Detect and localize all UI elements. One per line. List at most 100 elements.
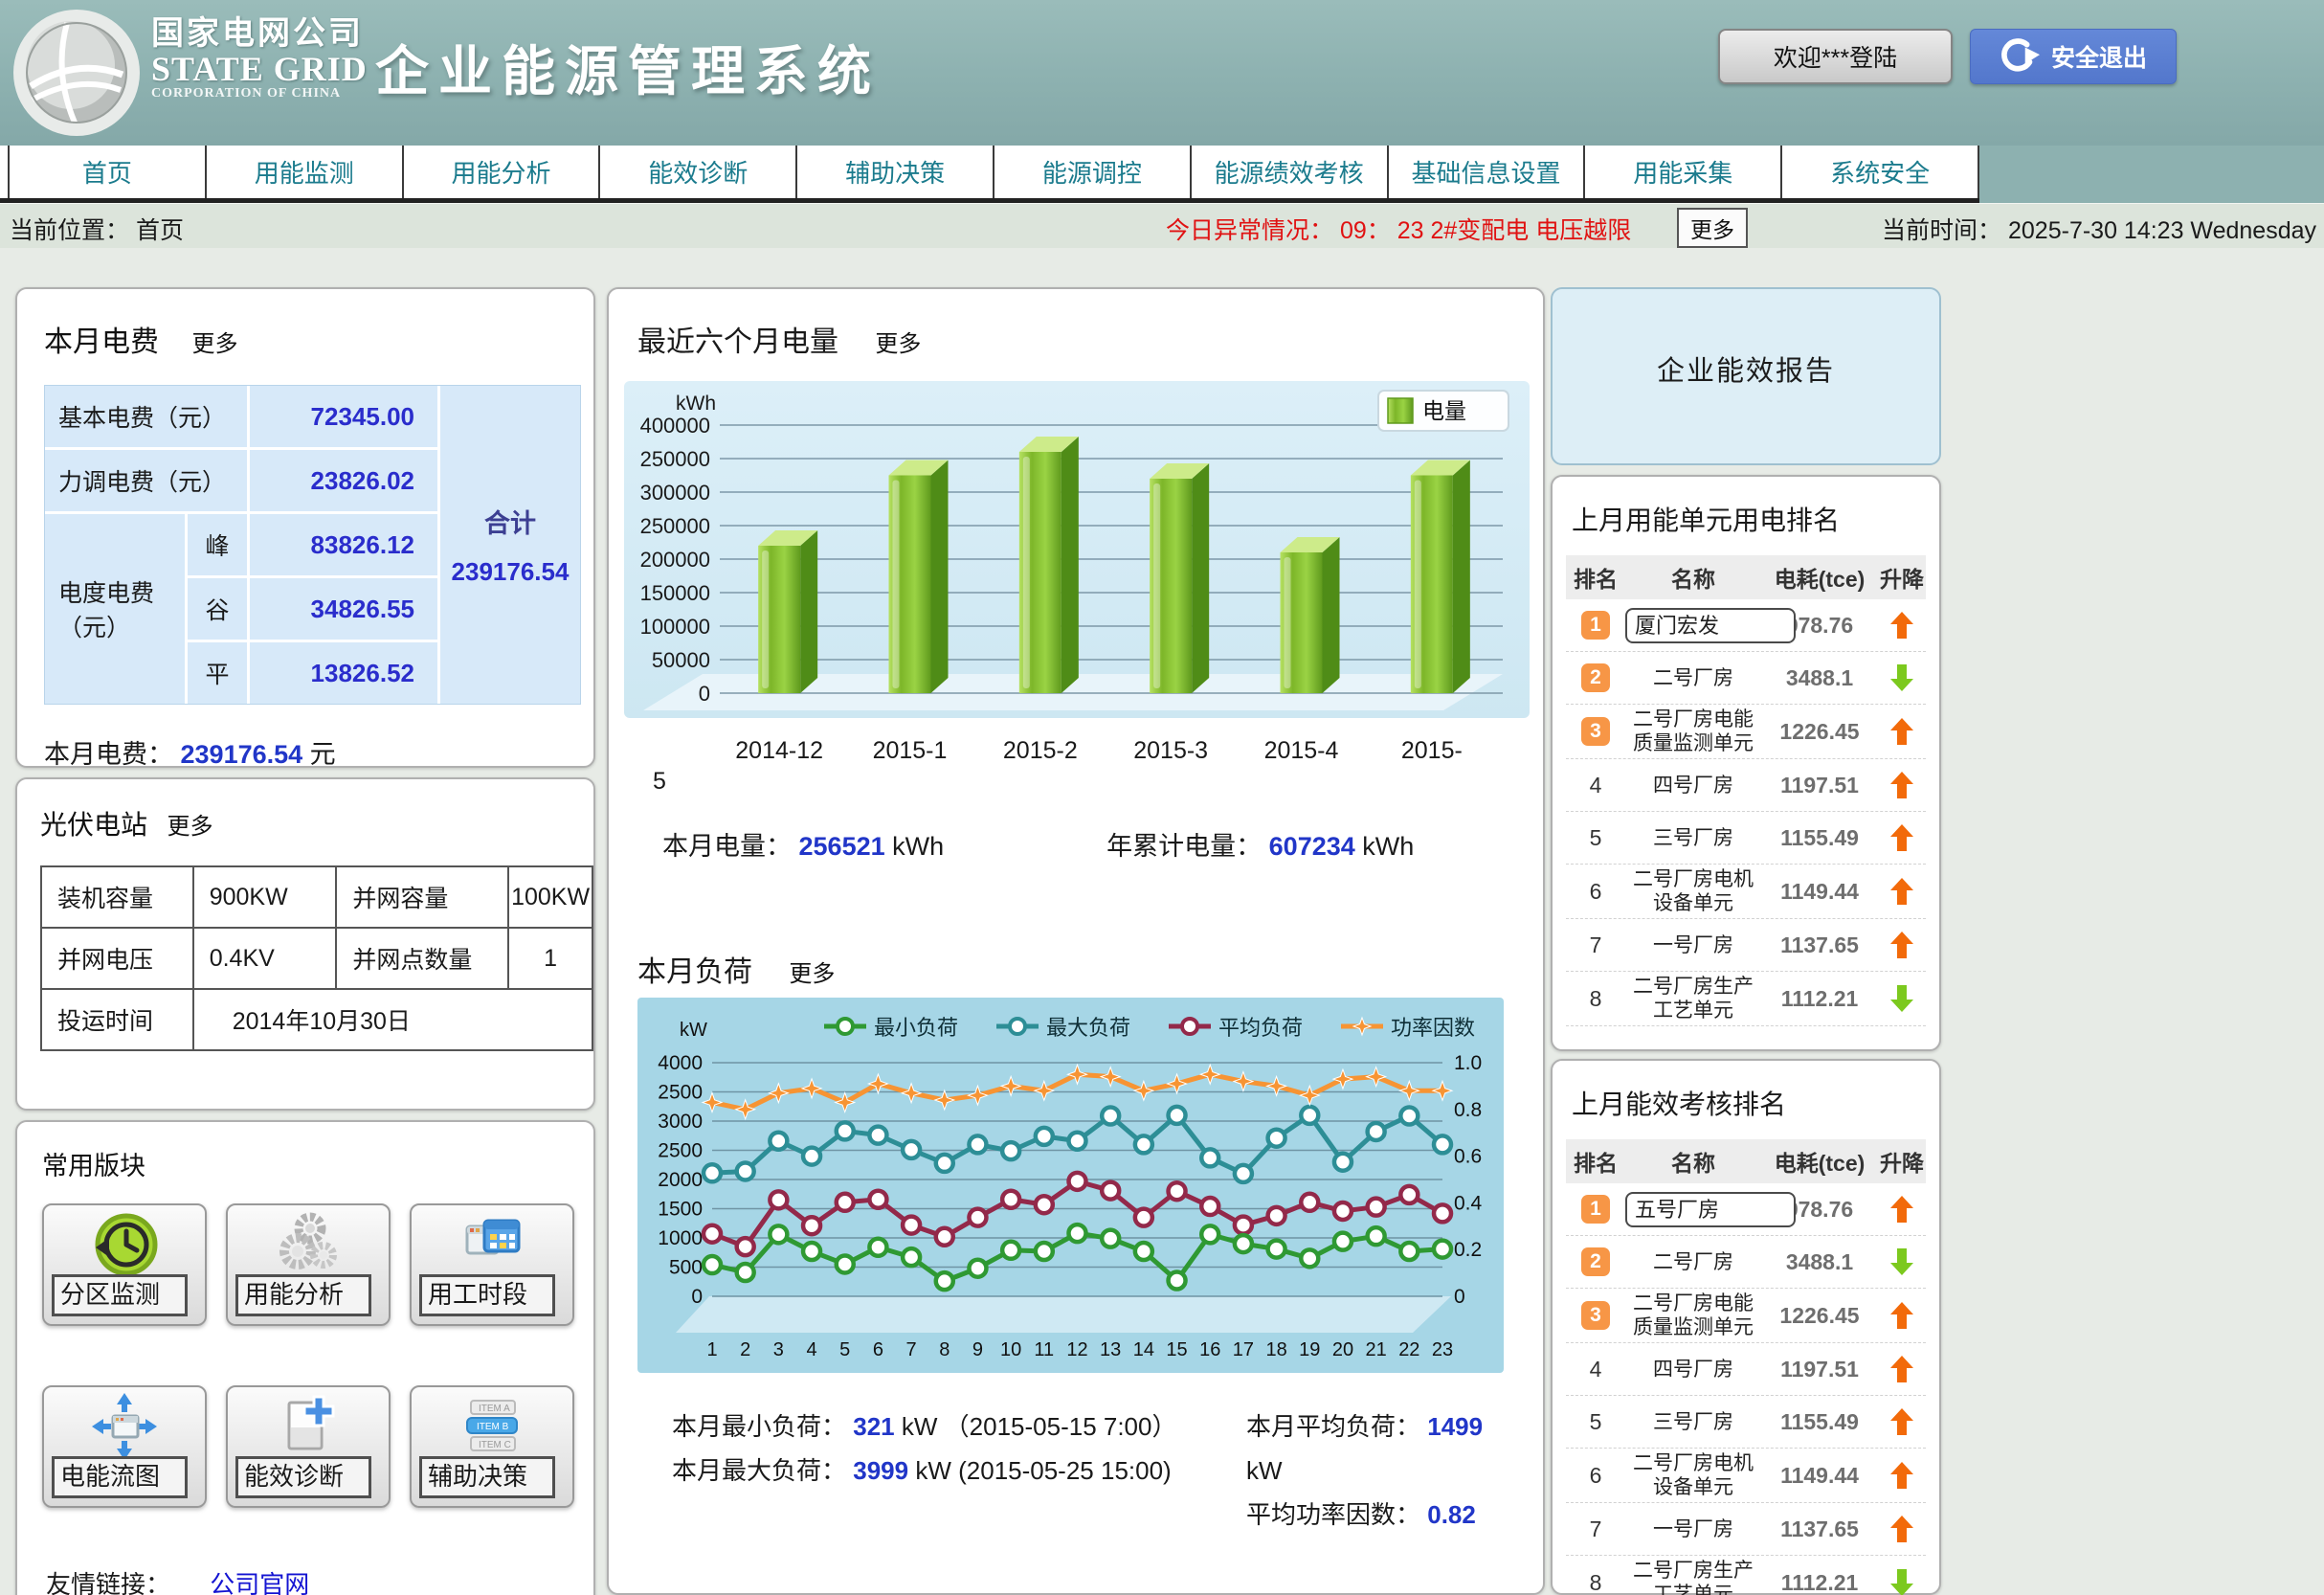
module-decision-support-button[interactable]: ITEM A ITEM B ITEM C 辅助决策 [410,1385,574,1508]
down-arrow-icon [1889,1247,1914,1276]
bar-x-label: 2014-12 [735,737,823,765]
legend-label: 功率因数 [1391,1011,1475,1042]
legend-marker-icon [1167,1016,1213,1037]
fee-footer: 本月电费： 239176.54 元 [44,733,593,771]
trend-cell [1878,771,1926,799]
module-power-flow-button[interactable]: 电能流图 [42,1385,207,1508]
nav-tab-basic-info-settings[interactable]: 基础信息设置 [1387,146,1584,198]
col-consumption: 电耗(tce) [1761,1145,1878,1178]
fee-table: 基本电费（元） 72345.00 力调电费（元） 23826.02 电度电费（元… [44,385,581,705]
module-zone-monitoring-button[interactable]: 分区监测 [42,1203,207,1326]
page: 国家电网公司 STATE GRID CORPORATION OF CHINA 企… [0,0,2324,1595]
svg-text:16: 16 [1199,1339,1220,1360]
nav-tab-energy-analysis[interactable]: 用能分析 [402,146,599,198]
nav-tab-data-collection[interactable]: 用能采集 [1583,146,1780,198]
pv-capacity-value: 900KW [193,866,337,928]
trend-cell [1878,717,1926,746]
fee-more-link[interactable]: 更多 [191,331,237,357]
legend-label: 最大负荷 [1046,1011,1130,1042]
svg-text:10: 10 [1000,1339,1021,1360]
load-chart-legend: 最小负荷 最大负荷 平均负荷 功率因数 [637,998,1500,1042]
unit-name: 一号厂房 [1625,1517,1761,1541]
unit-name: 二号厂房生产工艺单元 [1625,1559,1761,1595]
nav-tab-energy-dispatch[interactable]: 能源调控 [993,146,1190,198]
module-energy-analysis-button[interactable]: 用能分析 [226,1203,391,1326]
svg-text:2500: 2500 [658,1140,703,1162]
nav-tab-label: 用能采集 [1633,154,1732,190]
svg-text:300000: 300000 [640,481,710,505]
efficiency-report-button[interactable]: 企业能效报告 [1551,287,1941,465]
bar-chart-more-link[interactable]: 更多 [875,331,921,357]
module-label: 能效诊断 [235,1456,371,1498]
page-title: 企业能源管理系统 [375,29,881,106]
company-site-link[interactable]: 公司官网 [210,1570,309,1595]
links-label: 友情链接： [46,1570,170,1595]
unit-name-input[interactable]: 五号厂房 [1625,1192,1796,1227]
pv-voltage-label: 并网电压 [41,928,193,989]
monthly-energy-bar-chart: 4000002500003000002500002000001500001000… [624,381,1530,718]
module-label: 用工时段 [419,1274,555,1316]
svg-text:5: 5 [839,1339,850,1360]
col-name: 名称 [1625,561,1761,594]
bar-x-label: 2015- [1401,737,1463,765]
module-label: 辅助决策 [419,1456,555,1498]
unit-name-input[interactable]: 厦门宏发 [1625,608,1796,643]
safe-logout-button[interactable]: 安全退出 [1970,29,2177,84]
pv-more-link[interactable]: 更多 [167,814,212,840]
nav-tab-decision-support[interactable]: 辅助决策 [795,146,993,198]
trend-cell [1878,1355,1926,1383]
logo-text: 国家电网公司 STATE GRID CORPORATION OF CHINA [151,17,368,101]
nav-tab-label: 能源调控 [1042,154,1142,190]
fee-total-cell: 合计 239176.54 [440,386,580,704]
module-work-period-button[interactable]: 用工时段 [410,1203,574,1326]
unit-name: 二号厂房电能质量监测单元 [1625,1292,1761,1339]
unit-name: 一号厂房 [1625,933,1761,957]
year-energy-label: 年累计电量： [1106,832,1262,861]
svg-text:12: 12 [1066,1339,1087,1360]
bar-x-label-wrapped: 5 [653,768,666,796]
unit-name: 二号厂房电能质量监测单元 [1625,708,1761,755]
rank-cell: 6 [1566,879,1625,905]
svg-text:22: 22 [1398,1339,1419,1360]
rank-cell: 2 [1566,1247,1625,1276]
current-time: 当前时间： 2025-7-30 14:23 Wednesday [1882,212,2316,246]
rank-badge: 3 [1581,717,1610,746]
ranking-table-header: 排名 名称 电耗(tce) 升降 [1566,1139,1926,1183]
svg-text:500: 500 [669,1257,703,1279]
rank-cell: 7 [1566,932,1625,958]
nav-tab-system-security[interactable]: 系统安全 [1780,146,1979,198]
legend-label: 平均负荷 [1218,1011,1303,1042]
table-row: 8二号厂房生产工艺单元1112.21 [1566,1556,1926,1595]
module-efficiency-diagnosis-button[interactable]: 能效诊断 [226,1385,391,1508]
bar-x-label: 2015-4 [1264,737,1339,765]
svg-text:0: 0 [1454,1286,1465,1308]
nav-tab-efficiency-diagnosis[interactable]: 能效诊断 [598,146,795,198]
legend-label: 最小负荷 [874,1011,958,1042]
svg-text:8: 8 [939,1339,950,1360]
pv-panel-title: 光伏电站 [40,810,147,840]
unit-name: 五号厂房 [1625,1192,1761,1227]
nav-tab-home[interactable]: 首页 [8,146,205,198]
consumption-value: 1112.21 [1761,986,1878,1012]
alert-more-button[interactable]: 更多 [1677,208,1748,248]
svg-text:0.8: 0.8 [1454,1099,1482,1121]
efficiency-assessment-ranking-panel: 上月能效考核排名 排名 名称 电耗(tce) 升降 1五号厂房978.762二号… [1551,1059,1941,1595]
nav-tab-performance-assessment[interactable]: 能源绩效考核 [1190,146,1387,198]
consumption-value: 1149.44 [1761,1463,1878,1489]
svg-text:19: 19 [1299,1339,1320,1360]
welcome-login-button[interactable]: 欢迎***登陆 [1718,29,1953,84]
load-chart-more-link[interactable]: 更多 [789,961,835,987]
common-modules-panel: 常用版块 分区监测 [15,1120,595,1595]
bar-x-label: 2015-3 [1133,737,1208,765]
month-energy-value: 256521 [799,832,885,861]
table-row: 2二号厂房3488.1 [1566,652,1926,705]
nav-tab-energy-monitoring[interactable]: 用能监测 [205,146,402,198]
trend-cell [1878,663,1926,692]
current-time-value: 2025-7-30 14:23 Wednesday [2008,217,2316,244]
consumption-value: 1155.49 [1761,825,1878,851]
col-consumption: 电耗(tce) [1761,561,1878,594]
consumption-value: 1137.65 [1761,1516,1878,1542]
trend-cell [1878,1568,1926,1595]
fee-flat-value: 13826.52 [250,642,437,704]
fee-power-factor-value: 23826.02 [250,450,437,511]
